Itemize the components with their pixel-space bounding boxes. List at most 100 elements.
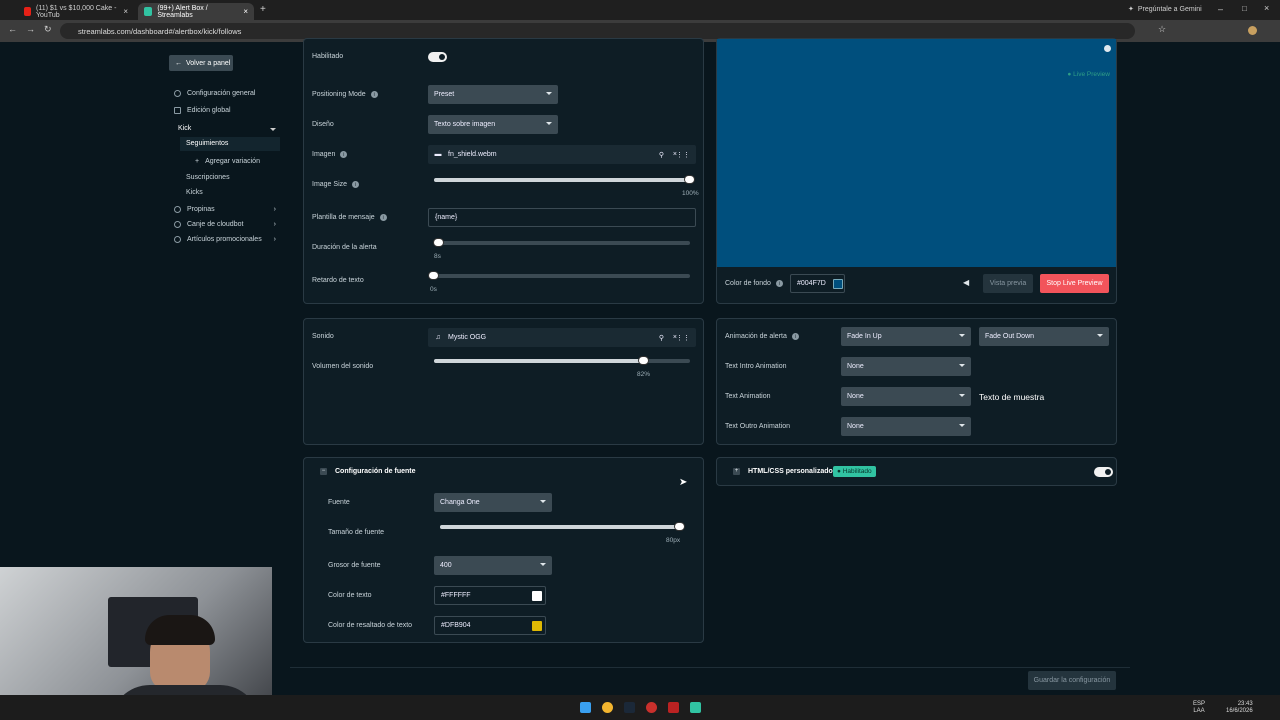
- slider-handle[interactable]: [428, 271, 439, 280]
- text-outro-select[interactable]: None: [841, 417, 971, 436]
- preview-button[interactable]: Vista previa: [983, 274, 1033, 293]
- close-icon[interactable]: ×: [123, 7, 128, 16]
- caret-down-icon: [959, 424, 965, 427]
- stop-live-preview-button[interactable]: Stop Live Preview: [1040, 274, 1109, 293]
- preview-settings-icon[interactable]: [1104, 45, 1111, 52]
- slider-handle[interactable]: [637, 356, 649, 365]
- obs-icon[interactable]: [646, 702, 657, 713]
- grid-icon: [174, 107, 181, 114]
- image-file-icon: ▬: [434, 151, 442, 158]
- sidebar-item-subscriptions[interactable]: Suscripciones: [186, 174, 230, 181]
- sidebar-item-cloudbot[interactable]: Canje de cloudbot ›: [174, 221, 276, 228]
- info-icon[interactable]: i: [791, 333, 799, 340]
- reload-icon[interactable]: ↻: [44, 24, 52, 35]
- sidebar-item-tips[interactable]: Propinas ›: [174, 206, 276, 213]
- positioning-mode-select[interactable]: Preset: [428, 85, 558, 104]
- sidebar-item-kicks[interactable]: Kicks: [186, 189, 203, 196]
- slider-fill: [440, 525, 680, 529]
- text-delay-slider[interactable]: [428, 271, 690, 280]
- link-icon[interactable]: ⚲: [659, 151, 664, 159]
- slider-handle[interactable]: [684, 175, 695, 184]
- sidebar-item-general[interactable]: Configuración general: [174, 90, 256, 97]
- image-file-field[interactable]: ▬ fn_shield.webm ⚲ × ⋮⋮: [428, 145, 696, 164]
- browser-tab-strip: (11) $1 vs $10,000 Cake - YouTub × (99+)…: [0, 0, 1280, 20]
- maximize-icon[interactable]: □: [1242, 4, 1247, 13]
- slider-handle[interactable]: [674, 522, 685, 531]
- animation-out-select[interactable]: Fade Out Down: [979, 327, 1109, 346]
- bookmark-star-icon[interactable]: ☆: [1158, 24, 1166, 35]
- windows-start-icon[interactable]: [580, 702, 591, 713]
- bg-color-swatch[interactable]: [833, 279, 843, 289]
- info-icon[interactable]: i: [379, 214, 387, 221]
- volume-value: 82%: [637, 371, 651, 378]
- close-window-icon[interactable]: ×: [1264, 3, 1269, 13]
- label-text: Positioning Mode: [312, 91, 366, 98]
- slider-handle[interactable]: [433, 238, 445, 247]
- add-variation-button[interactable]: + Agregar variación: [195, 158, 260, 165]
- gallery-icon[interactable]: ⋮⋮: [676, 151, 690, 159]
- image-size-slider[interactable]: [434, 175, 695, 184]
- sidebar-item-global[interactable]: Edición global: [174, 107, 231, 114]
- info-icon[interactable]: i: [370, 91, 378, 98]
- expand-icon[interactable]: +: [733, 468, 740, 475]
- input-value: #004F7D: [797, 280, 826, 287]
- info-icon[interactable]: i: [352, 181, 360, 188]
- font-size-slider[interactable]: [440, 522, 685, 531]
- steam-icon[interactable]: [624, 702, 635, 713]
- sidebar-item-label: Seguimientos: [186, 140, 229, 147]
- link-icon[interactable]: ⚲: [659, 334, 664, 342]
- close-icon[interactable]: ×: [243, 7, 248, 16]
- back-arrow-icon[interactable]: ←: [8, 24, 17, 34]
- address-bar[interactable]: streamlabs.com/dashboard#/alertbox/kick/…: [60, 23, 1135, 39]
- cloudbot-icon: [174, 221, 181, 228]
- streamlabs-icon[interactable]: [690, 702, 701, 713]
- language-indicator[interactable]: ESP LAA: [1193, 701, 1205, 715]
- new-tab-icon[interactable]: +: [260, 4, 266, 15]
- url-text: streamlabs.com/dashboard#/alertbox/kick/…: [78, 26, 242, 36]
- chevron-right-icon: ›: [273, 206, 276, 213]
- font-weight-select[interactable]: 400: [434, 556, 552, 575]
- design-select[interactable]: Texto sobre imagen: [428, 115, 558, 134]
- custom-html-toggle[interactable]: [1094, 467, 1113, 477]
- slider-fill: [434, 359, 644, 363]
- minimize-icon[interactable]: –: [1218, 4, 1223, 14]
- volume-icon[interactable]: ◀: [963, 278, 969, 287]
- tab-youtube[interactable]: (11) $1 vs $10,000 Cake - YouTub ×: [18, 3, 134, 20]
- save-settings-button[interactable]: Guardar la configuración: [1028, 671, 1116, 690]
- tab-streamlabs[interactable]: (99+) Alert Box / Streamlabs ×: [138, 3, 254, 20]
- sidebar-item-kick[interactable]: Kick: [170, 122, 280, 136]
- text-color-input[interactable]: #FFFFFF: [434, 586, 546, 605]
- caret-down-icon: [546, 92, 552, 95]
- language-layout: LAA: [1193, 708, 1205, 714]
- sidebar-item-merch[interactable]: Artículos promocionales ›: [174, 236, 276, 243]
- highlight-color-swatch[interactable]: [532, 621, 542, 631]
- info-icon[interactable]: i: [775, 280, 783, 287]
- gallery-icon[interactable]: ⋮⋮: [676, 334, 690, 342]
- sound-file-field[interactable]: ♫ Mystic OGG ⚲ × ⋮⋮: [428, 328, 696, 347]
- label-text: Plantilla de mensaje: [312, 214, 375, 221]
- info-icon[interactable]: i: [340, 151, 348, 158]
- text-animation-select[interactable]: None: [841, 387, 971, 406]
- custom-html-panel: + HTML/CSS personalizado ● Habilitado: [716, 457, 1117, 486]
- profile-avatar[interactable]: [1248, 26, 1257, 35]
- app-icon[interactable]: [668, 702, 679, 713]
- alert-duration-slider[interactable]: [433, 238, 690, 247]
- highlight-color-input[interactable]: #DFB904: [434, 616, 546, 635]
- font-settings-panel: − Configuración de fuente Fuente Changa …: [303, 457, 704, 643]
- chrome-icon[interactable]: [602, 702, 613, 713]
- text-color-swatch[interactable]: [532, 591, 542, 601]
- collapse-icon[interactable]: −: [320, 468, 327, 475]
- system-clock[interactable]: 23:43 16/6/2026: [1226, 701, 1253, 715]
- volume-slider[interactable]: [434, 356, 690, 365]
- gemini-button[interactable]: ✦ Pregúntale a Gemini: [1128, 5, 1202, 14]
- chevron-right-icon: ›: [273, 221, 276, 228]
- font-select[interactable]: Changa One: [434, 493, 552, 512]
- text-intro-select[interactable]: None: [841, 357, 971, 376]
- message-template-input[interactable]: {name}: [428, 208, 696, 227]
- back-to-panel-button[interactable]: ← Volver a panel: [169, 55, 233, 71]
- forward-arrow-icon[interactable]: →: [26, 24, 35, 34]
- enabled-toggle[interactable]: [428, 52, 447, 62]
- animation-in-select[interactable]: Fade In Up: [841, 327, 971, 346]
- clock-date: 16/6/2026: [1226, 708, 1253, 714]
- sidebar-item-follows[interactable]: Seguimientos: [180, 137, 280, 151]
